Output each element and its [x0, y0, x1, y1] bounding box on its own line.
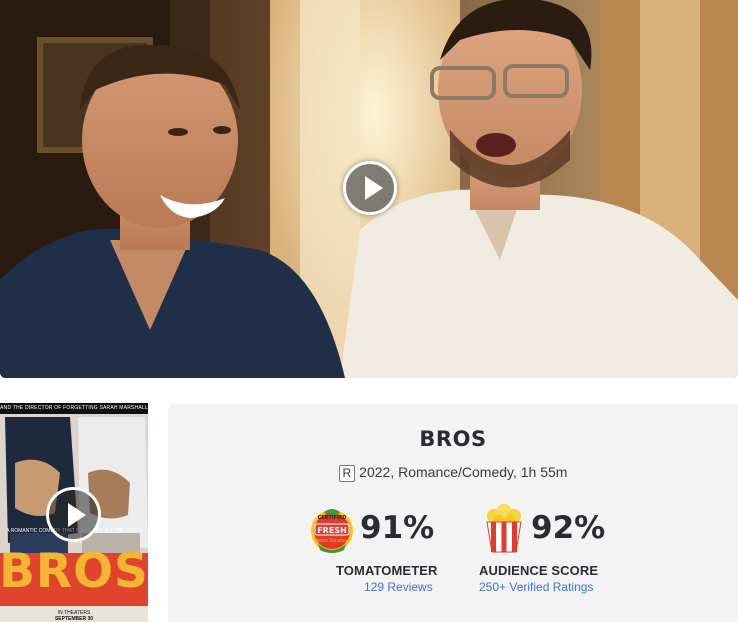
trailer-hero[interactable] [0, 0, 738, 378]
play-poster-trailer-button[interactable] [46, 487, 101, 542]
movie-title: BROS [419, 427, 487, 451]
certified-fresh-badge-text: FRESH [317, 526, 347, 535]
tomatometer-reviews-link[interactable]: 129 Reviews [364, 580, 433, 594]
audience-percent: 92% [531, 510, 606, 546]
score-panel: BROS R 2022, Romance/Comedy, 1h 55m FRESH… [168, 404, 738, 622]
certified-badge-bottom: Rotten Tomatoes [315, 538, 349, 543]
movie-details: 2022, Romance/Comedy, 1h 55m [359, 464, 568, 480]
poster-credit-line: AND THE DIRECTOR OF FORGETTING SARAH MAR… [0, 403, 148, 414]
poster-release-info: IN THEATERS SEPTEMBER 30 [0, 610, 148, 622]
poster-title-art: BROS [0, 544, 148, 599]
mpaa-rating-badge: R [338, 465, 356, 482]
play-trailer-button[interactable] [343, 161, 397, 215]
certified-badge-top: CERTIFIED [318, 515, 347, 521]
certified-fresh-icon: FRESH CERTIFIED Rotten Tomatoes [311, 509, 353, 553]
popcorn-icon [486, 504, 522, 553]
audience-ratings-link[interactable]: 250+ Verified Ratings [479, 580, 593, 594]
movie-info-line: R 2022, Romance/Comedy, 1h 55m [168, 464, 738, 482]
movie-poster[interactable]: AND THE DIRECTOR OF FORGETTING SARAH MAR… [0, 403, 148, 622]
poster-release-line2: SEPTEMBER 30 [54, 616, 94, 622]
tomatometer-percent: 91% [360, 510, 435, 546]
tomatometer-label: TOMATOMETER [336, 563, 438, 578]
audience-score-label: AUDIENCE SCORE [479, 563, 599, 578]
